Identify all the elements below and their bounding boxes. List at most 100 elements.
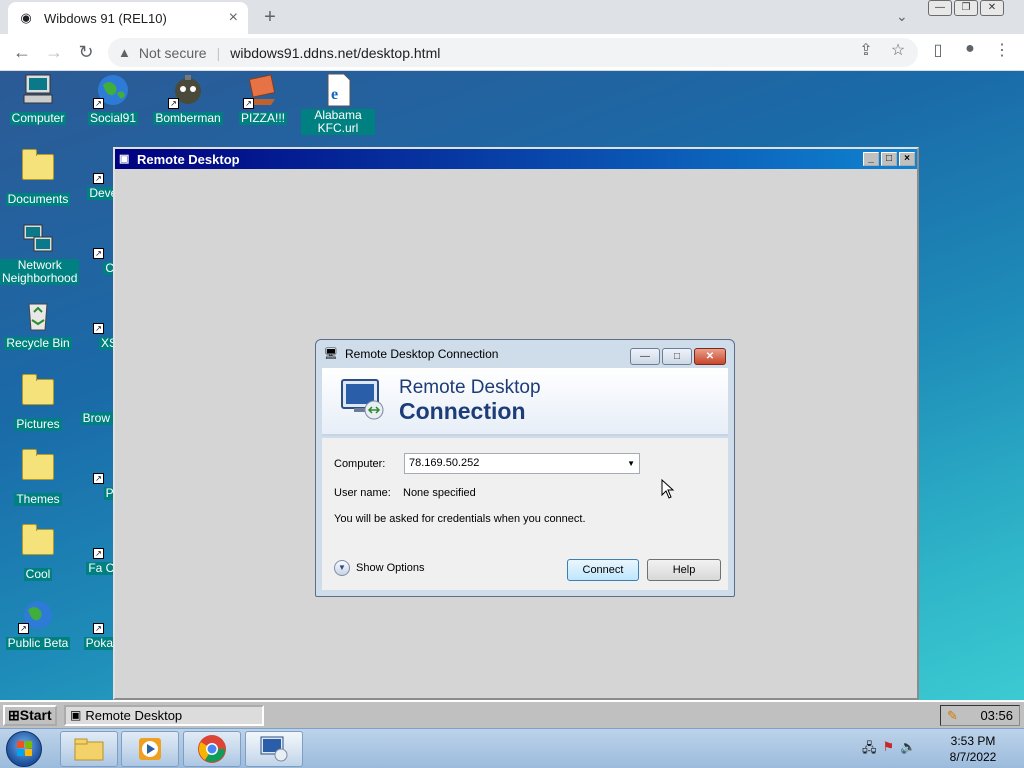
computer-combobox[interactable]: 78.169.50.252 ▼: [404, 453, 640, 474]
remote-desktop-icon: ▣: [70, 708, 82, 722]
computer-icon: [20, 73, 56, 107]
warning-triangle-icon[interactable]: ▲: [118, 45, 131, 60]
rdc-window-controls: — □ ✕: [630, 348, 726, 365]
desktop-icon-social91[interactable]: ↗ Social91: [75, 73, 151, 127]
taskbar-media-player-button[interactable]: [121, 731, 179, 767]
expand-chevron-icon[interactable]: ▼: [334, 560, 350, 576]
globe-icon: ↗: [93, 73, 131, 109]
remote-desktop-monitor-icon: [260, 736, 288, 762]
profile-avatar-icon[interactable]: ●: [958, 40, 982, 58]
remote-desktop-titlebar[interactable]: ▣ Remote Desktop _ □ ×: [115, 149, 917, 169]
taskbar-remote-desktop-button[interactable]: [245, 731, 303, 767]
explorer-folder-icon: [74, 738, 104, 761]
desktop-icon-label: Computer: [9, 111, 67, 125]
recycle-bin-icon: [20, 298, 56, 332]
start-button[interactable]: ⊞Start: [3, 705, 57, 726]
computer-label: Computer:: [334, 458, 386, 470]
taskbar-explorer-button[interactable]: [60, 731, 118, 767]
help-button[interactable]: Help: [647, 559, 721, 581]
minimize-window-button[interactable]: —: [928, 0, 952, 16]
window-title: Remote Desktop: [137, 151, 240, 167]
clock-time: 3:53 PM: [950, 734, 996, 748]
close-window-button[interactable]: ✕: [980, 0, 1004, 16]
desktop-icon-label: Cool: [23, 567, 53, 581]
desktop-icon-label: Bomberman: [153, 111, 223, 125]
desktop-icon-themes[interactable]: Themes: [0, 448, 76, 508]
desktop-icon-pizza[interactable]: ↗ PIZZA!!!: [225, 73, 301, 127]
desktop-icon-recycle-bin[interactable]: Recycle Bin: [0, 298, 76, 352]
url-text[interactable]: wibdows91.ddns.net/desktop.html: [230, 45, 440, 61]
rdc-maximize-button[interactable]: □: [662, 348, 692, 365]
browser-menu-icon[interactable]: ⋮: [990, 40, 1014, 60]
system-clock[interactable]: 3:53 PM 8/7/2022: [938, 733, 1008, 765]
new-tab-button[interactable]: +: [258, 5, 282, 29]
computer-value[interactable]: 78.169.50.252: [409, 457, 479, 469]
volume-icon[interactable]: 🔈: [900, 739, 916, 761]
shortcut-arrow-icon: ↗: [18, 623, 29, 634]
connect-button[interactable]: Connect: [567, 559, 639, 581]
side-panel-icon[interactable]: ▯: [926, 40, 950, 60]
wibdows-taskbar: ⊞Start ▣ Remote Desktop ✎ 03:56: [0, 700, 1024, 728]
security-label[interactable]: Not secure: [139, 45, 207, 61]
clock-date: 8/7/2022: [949, 750, 997, 764]
reload-icon[interactable]: ↻: [74, 40, 98, 64]
wibdows-system-tray: ✎ 03:56: [940, 705, 1020, 726]
desktop-icon-label: Alabama KFC.url: [301, 109, 375, 135]
taskbar-button-remote-desktop[interactable]: ▣ Remote Desktop: [64, 705, 264, 726]
desktop-icon-label: PIZZA!!!: [238, 111, 287, 125]
username-value: None specified: [403, 487, 476, 499]
forward-arrow-icon[interactable]: →: [42, 40, 66, 64]
desktop-icon-alabama-kfc[interactable]: e Alabama KFC.url: [300, 73, 376, 137]
dropdown-arrow-icon[interactable]: ▼: [627, 454, 635, 473]
desktop-icon-label: Themes: [14, 492, 62, 506]
desktop-icon-documents[interactable]: Documents: [0, 148, 76, 208]
folder-icon: [20, 524, 56, 563]
share-icon[interactable]: ⇪: [854, 40, 878, 60]
rdc-minimize-button[interactable]: —: [630, 348, 660, 365]
username-label: User name:: [334, 487, 391, 499]
desktop-icon-network-neighborhood[interactable]: Network Neighborhood: [0, 223, 80, 287]
windows7-taskbar: 🖧 ⚑ 🔈 3:53 PM 8/7/2022: [0, 728, 1024, 768]
address-bar[interactable]: ▲ Not secure | wibdows91.ddns.net/deskto…: [108, 38, 918, 67]
tab-search-chevron-icon[interactable]: ⌄: [896, 8, 908, 25]
taskbar-button-label: Remote Desktop: [85, 708, 183, 723]
show-options-label[interactable]: Show Options: [356, 562, 424, 574]
show-options-toggle[interactable]: ▼ Show Options: [334, 560, 424, 576]
tab-close-icon[interactable]: ×: [229, 9, 238, 27]
desktop-icon-public-beta[interactable]: ↗ Public Beta: [0, 598, 76, 652]
rdc-close-button[interactable]: ✕: [694, 348, 726, 365]
desktop-icon-computer[interactable]: Computer: [0, 73, 76, 127]
address-separator: |: [216, 44, 221, 61]
restore-window-button[interactable]: ❐: [954, 0, 978, 16]
mouse-cursor-icon: [661, 479, 675, 499]
documents-folder-icon: [20, 149, 56, 188]
close-button[interactable]: ×: [899, 152, 915, 166]
maximize-button[interactable]: □: [881, 152, 897, 166]
desktop-icon-pictures[interactable]: Pictures: [0, 373, 76, 433]
network-icon[interactable]: 🖧: [862, 739, 877, 761]
desktop-icon-bomberman[interactable]: ↗ Bomberman: [150, 73, 226, 127]
bookmark-star-icon[interactable]: ☆: [886, 40, 910, 60]
tab-favicon-icon: ◉: [20, 10, 32, 25]
taskbar-chrome-button[interactable]: [183, 731, 241, 767]
windows-logo-icon: [17, 741, 32, 756]
windows-start-orb[interactable]: [6, 731, 42, 767]
shortcut-arrow-icon: ↗: [243, 98, 254, 109]
rdc-title: Remote Desktop Connection: [345, 347, 499, 361]
folder-icon: [20, 449, 56, 488]
rdc-banner: Remote Desktop Connection: [322, 368, 728, 436]
monitor-connection-icon: [340, 376, 386, 422]
start-label: Start: [19, 707, 52, 723]
desktop-icon-label: Social91: [87, 111, 139, 125]
back-arrow-icon[interactable]: ←: [10, 40, 34, 64]
banner-line-2: Connection: [399, 398, 526, 424]
desktop-icon-cool[interactable]: Cool: [0, 523, 76, 583]
window-controls: — ❐ ✕: [928, 0, 1004, 18]
remote-desktop-client-area[interactable]: 🖥 Remote Desktop Connection — □ ✕ Remote…: [115, 169, 917, 698]
tray-speaker-icon[interactable]: ✎: [947, 706, 958, 725]
browser-tab[interactable]: ◉ Wibdows 91 (REL10) ×: [8, 2, 248, 34]
minimize-button[interactable]: _: [863, 152, 879, 166]
action-center-flag-icon[interactable]: ⚑: [883, 739, 895, 761]
media-player-icon: [139, 738, 161, 760]
remote-desktop-window: ▣ Remote Desktop _ □ × 🖥 Remote Desktop …: [113, 147, 919, 700]
